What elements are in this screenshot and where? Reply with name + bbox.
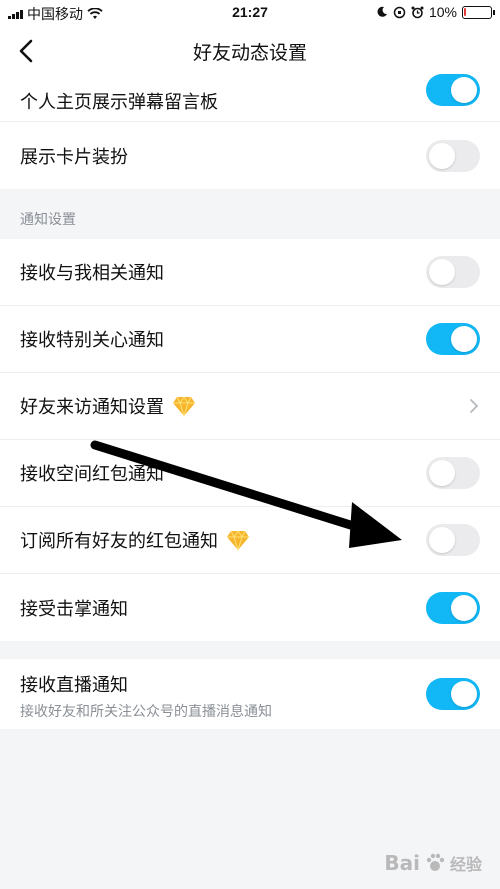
group-notify: 接收与我相关通知 接收特别关心通知 好友来访通知设置 接收空间红包通知 订阅所有… — [0, 239, 500, 641]
toggle-knob — [429, 460, 455, 486]
row-label-wrap: 订阅所有好友的红包通知 — [20, 527, 250, 553]
row-label: 订阅所有好友的红包通知 — [20, 531, 218, 552]
nav-bar: 好友动态设置 — [0, 26, 500, 76]
row-special-care-notify: 接收特别关心通知 — [0, 306, 500, 373]
row-related-notify: 接收与我相关通知 — [0, 239, 500, 306]
toggle-knob — [451, 681, 477, 707]
spacer — [0, 641, 500, 659]
diamond-icon — [227, 530, 249, 551]
page-title: 好友动态设置 — [192, 42, 307, 64]
row-label: 接收空间红包通知 — [20, 464, 164, 485]
row-high-five-notify: 接受击掌通知 — [0, 574, 500, 641]
watermark-text-2: 经验 — [449, 855, 482, 874]
row-label: 接收特别关心通知 — [20, 330, 164, 351]
section-header-label: 通知设置 — [20, 212, 76, 228]
moon-icon — [377, 6, 387, 17]
subscribe-redpacket-toggle[interactable] — [426, 524, 480, 556]
row-subscribe-friends-redpacket: 订阅所有好友的红包通知 — [0, 507, 500, 574]
row-visitor-notify-settings[interactable]: 好友来访通知设置 — [0, 373, 500, 440]
toggle-knob — [429, 259, 455, 285]
watermark-text: Bai — [384, 851, 420, 875]
group-live: 接收直播通知 接收好友和所关注公众号的直播消息通知 — [0, 659, 500, 729]
related-notify-toggle[interactable] — [426, 256, 480, 288]
toggle-knob — [451, 594, 477, 621]
toggle-knob — [429, 527, 455, 553]
battery-fill — [464, 7, 467, 16]
group-display: 个人主页展示弹幕留言板 展示卡片装扮 — [0, 74, 500, 189]
alarm-icon — [411, 6, 424, 18]
live-title-block: 接收直播通知 接收好友和所关注公众号的直播消息通知 — [20, 671, 272, 721]
status-bar: 中国移动 21:27 10% — [0, 0, 500, 26]
toggle-knob — [451, 77, 477, 103]
live-title: 接收直播通知 — [20, 675, 128, 696]
diamond-icon — [173, 396, 195, 417]
chevron-right-icon — [470, 399, 479, 413]
status-right: 10% — [376, 4, 495, 20]
toggle-knob — [429, 142, 455, 169]
section-header-notify: 通知设置 — [0, 189, 500, 239]
card-decoration-toggle[interactable] — [426, 139, 480, 172]
special-care-toggle[interactable] — [426, 323, 480, 355]
space-redpacket-toggle[interactable] — [426, 457, 480, 489]
settings-list: 个人主页展示弹幕留言板 展示卡片装扮 通知设置 接收与我相关通知 接收特别关心通… — [0, 74, 500, 729]
live-notify-toggle[interactable] — [426, 678, 480, 710]
battery-percent: 10% — [428, 4, 457, 20]
battery-icon — [462, 5, 495, 19]
row-label: 接受击掌通知 — [20, 598, 128, 620]
row-label: 展示卡片装扮 — [20, 146, 128, 168]
row-label-wrap: 好友来访通知设置 — [20, 393, 196, 419]
danmaku-board-toggle[interactable] — [426, 74, 480, 106]
row-danmaku-board: 个人主页展示弹幕留言板 — [0, 74, 500, 122]
live-subtitle: 接收好友和所关注公众号的直播消息通知 — [20, 704, 272, 720]
watermark-logo: Bai 经验 — [384, 851, 482, 875]
row-label: 好友来访通知设置 — [20, 397, 164, 418]
row-label: 接收与我相关通知 — [20, 263, 164, 284]
toggle-knob — [451, 326, 477, 352]
orientation-lock-icon — [393, 6, 406, 18]
paw-icon — [426, 853, 445, 871]
high-five-toggle[interactable] — [426, 591, 480, 624]
row-card-decoration: 展示卡片装扮 — [0, 122, 500, 189]
row-space-redpacket-notify: 接收空间红包通知 — [0, 440, 500, 507]
row-live-notify: 接收直播通知 接收好友和所关注公众号的直播消息通知 — [0, 659, 500, 729]
row-label: 个人主页展示弹幕留言板 — [20, 92, 218, 113]
